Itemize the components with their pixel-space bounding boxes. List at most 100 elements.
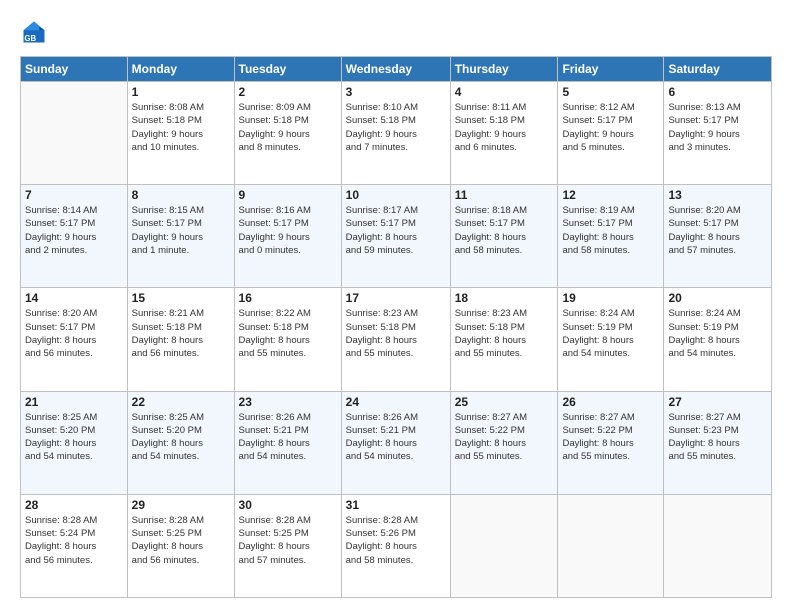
- header-cell-saturday: Saturday: [664, 57, 772, 82]
- day-number: 31: [346, 498, 446, 512]
- header-cell-monday: Monday: [127, 57, 234, 82]
- day-cell: 17 Sunrise: 8:23 AM Sunset: 5:18 PM Dayli…: [341, 288, 450, 391]
- day-cell: [450, 494, 558, 597]
- day-detail: Sunrise: 8:10 AM Sunset: 5:18 PM Dayligh…: [346, 101, 446, 154]
- day-detail: Sunrise: 8:12 AM Sunset: 5:17 PM Dayligh…: [562, 101, 659, 154]
- day-detail: Sunrise: 8:27 AM Sunset: 5:23 PM Dayligh…: [668, 411, 767, 464]
- day-detail: Sunrise: 8:28 AM Sunset: 5:25 PM Dayligh…: [132, 514, 230, 567]
- header-cell-friday: Friday: [558, 57, 664, 82]
- day-number: 6: [668, 85, 767, 99]
- day-detail: Sunrise: 8:20 AM Sunset: 5:17 PM Dayligh…: [25, 307, 123, 360]
- day-cell: 29 Sunrise: 8:28 AM Sunset: 5:25 PM Dayli…: [127, 494, 234, 597]
- day-cell: 10 Sunrise: 8:17 AM Sunset: 5:17 PM Dayli…: [341, 185, 450, 288]
- day-detail: Sunrise: 8:26 AM Sunset: 5:21 PM Dayligh…: [346, 411, 446, 464]
- day-detail: Sunrise: 8:19 AM Sunset: 5:17 PM Dayligh…: [562, 204, 659, 257]
- day-cell: 3 Sunrise: 8:10 AM Sunset: 5:18 PM Daylig…: [341, 82, 450, 185]
- day-detail: Sunrise: 8:08 AM Sunset: 5:18 PM Dayligh…: [132, 101, 230, 154]
- day-number: 19: [562, 291, 659, 305]
- day-cell: 7Sunrise: 8:14 AM Sunset: 5:17 PM Daylig…: [21, 185, 128, 288]
- day-number: 1: [132, 85, 230, 99]
- day-detail: Sunrise: 8:22 AM Sunset: 5:18 PM Dayligh…: [239, 307, 337, 360]
- day-number: 29: [132, 498, 230, 512]
- day-cell: 13 Sunrise: 8:20 AM Sunset: 5:17 PM Dayli…: [664, 185, 772, 288]
- day-number: 24: [346, 395, 446, 409]
- day-cell: 6 Sunrise: 8:13 AM Sunset: 5:17 PM Daylig…: [664, 82, 772, 185]
- day-cell: 2Sunrise: 8:09 AM Sunset: 5:18 PM Daylig…: [234, 82, 341, 185]
- day-number: 11: [455, 188, 554, 202]
- day-cell: [664, 494, 772, 597]
- day-number: 30: [239, 498, 337, 512]
- logo: GB: [20, 18, 52, 46]
- week-row-1: 1 Sunrise: 8:08 AM Sunset: 5:18 PM Daylig…: [21, 82, 772, 185]
- day-cell: 22 Sunrise: 8:25 AM Sunset: 5:20 PM Dayli…: [127, 391, 234, 494]
- svg-text:GB: GB: [24, 34, 36, 43]
- header-cell-tuesday: Tuesday: [234, 57, 341, 82]
- day-number: 21: [25, 395, 123, 409]
- day-detail: Sunrise: 8:21 AM Sunset: 5:18 PM Dayligh…: [132, 307, 230, 360]
- week-row-2: 7Sunrise: 8:14 AM Sunset: 5:17 PM Daylig…: [21, 185, 772, 288]
- day-detail: Sunrise: 8:28 AM Sunset: 5:26 PM Dayligh…: [346, 514, 446, 567]
- day-cell: 21 Sunrise: 8:25 AM Sunset: 5:20 PM Dayli…: [21, 391, 128, 494]
- day-cell: 30 Sunrise: 8:28 AM Sunset: 5:25 PM Dayli…: [234, 494, 341, 597]
- day-number: 10: [346, 188, 446, 202]
- calendar-body: 1 Sunrise: 8:08 AM Sunset: 5:18 PM Daylig…: [21, 82, 772, 598]
- day-number: 2: [239, 85, 337, 99]
- day-number: 8: [132, 188, 230, 202]
- week-row-4: 21 Sunrise: 8:25 AM Sunset: 5:20 PM Dayli…: [21, 391, 772, 494]
- day-number: 3: [346, 85, 446, 99]
- header-cell-thursday: Thursday: [450, 57, 558, 82]
- day-cell: 18 Sunrise: 8:23 AM Sunset: 5:18 PM Dayli…: [450, 288, 558, 391]
- day-number: 5: [562, 85, 659, 99]
- page: GB SundayMondayTuesdayWednesdayThursdayF…: [0, 0, 792, 612]
- day-cell: 20 Sunrise: 8:24 AM Sunset: 5:19 PM Dayli…: [664, 288, 772, 391]
- day-cell: 8Sunrise: 8:15 AM Sunset: 5:17 PM Daylig…: [127, 185, 234, 288]
- day-cell: 28Sunrise: 8:28 AM Sunset: 5:24 PM Dayli…: [21, 494, 128, 597]
- day-detail: Sunrise: 8:16 AM Sunset: 5:17 PM Dayligh…: [239, 204, 337, 257]
- day-detail: Sunrise: 8:24 AM Sunset: 5:19 PM Dayligh…: [668, 307, 767, 360]
- week-row-5: 28Sunrise: 8:28 AM Sunset: 5:24 PM Dayli…: [21, 494, 772, 597]
- day-number: 12: [562, 188, 659, 202]
- day-detail: Sunrise: 8:27 AM Sunset: 5:22 PM Dayligh…: [455, 411, 554, 464]
- day-detail: Sunrise: 8:28 AM Sunset: 5:25 PM Dayligh…: [239, 514, 337, 567]
- day-detail: Sunrise: 8:18 AM Sunset: 5:17 PM Dayligh…: [455, 204, 554, 257]
- day-number: 18: [455, 291, 554, 305]
- header-cell-wednesday: Wednesday: [341, 57, 450, 82]
- day-cell: 31 Sunrise: 8:28 AM Sunset: 5:26 PM Dayli…: [341, 494, 450, 597]
- day-detail: Sunrise: 8:27 AM Sunset: 5:22 PM Dayligh…: [562, 411, 659, 464]
- day-cell: [21, 82, 128, 185]
- header: GB: [20, 18, 772, 46]
- header-cell-sunday: Sunday: [21, 57, 128, 82]
- logo-icon: GB: [20, 18, 48, 46]
- day-number: 13: [668, 188, 767, 202]
- day-cell: 5 Sunrise: 8:12 AM Sunset: 5:17 PM Daylig…: [558, 82, 664, 185]
- day-number: 17: [346, 291, 446, 305]
- day-detail: Sunrise: 8:13 AM Sunset: 5:17 PM Dayligh…: [668, 101, 767, 154]
- day-detail: Sunrise: 8:23 AM Sunset: 5:18 PM Dayligh…: [346, 307, 446, 360]
- day-number: 16: [239, 291, 337, 305]
- day-detail: Sunrise: 8:23 AM Sunset: 5:18 PM Dayligh…: [455, 307, 554, 360]
- week-row-3: 14 Sunrise: 8:20 AM Sunset: 5:17 PM Dayli…: [21, 288, 772, 391]
- day-detail: Sunrise: 8:17 AM Sunset: 5:17 PM Dayligh…: [346, 204, 446, 257]
- day-detail: Sunrise: 8:25 AM Sunset: 5:20 PM Dayligh…: [132, 411, 230, 464]
- day-detail: Sunrise: 8:11 AM Sunset: 5:18 PM Dayligh…: [455, 101, 554, 154]
- day-cell: 23Sunrise: 8:26 AM Sunset: 5:21 PM Dayli…: [234, 391, 341, 494]
- day-cell: 19Sunrise: 8:24 AM Sunset: 5:19 PM Dayli…: [558, 288, 664, 391]
- day-cell: 1 Sunrise: 8:08 AM Sunset: 5:18 PM Daylig…: [127, 82, 234, 185]
- day-detail: Sunrise: 8:25 AM Sunset: 5:20 PM Dayligh…: [25, 411, 123, 464]
- day-detail: Sunrise: 8:20 AM Sunset: 5:17 PM Dayligh…: [668, 204, 767, 257]
- header-row: SundayMondayTuesdayWednesdayThursdayFrid…: [21, 57, 772, 82]
- day-number: 27: [668, 395, 767, 409]
- day-number: 22: [132, 395, 230, 409]
- calendar-header: SundayMondayTuesdayWednesdayThursdayFrid…: [21, 57, 772, 82]
- day-cell: 25Sunrise: 8:27 AM Sunset: 5:22 PM Dayli…: [450, 391, 558, 494]
- day-number: 26: [562, 395, 659, 409]
- day-cell: 27 Sunrise: 8:27 AM Sunset: 5:23 PM Dayli…: [664, 391, 772, 494]
- day-number: 14: [25, 291, 123, 305]
- day-number: 20: [668, 291, 767, 305]
- day-number: 4: [455, 85, 554, 99]
- day-number: 23: [239, 395, 337, 409]
- day-cell: 15Sunrise: 8:21 AM Sunset: 5:18 PM Dayli…: [127, 288, 234, 391]
- calendar: SundayMondayTuesdayWednesdayThursdayFrid…: [20, 56, 772, 598]
- day-cell: 4 Sunrise: 8:11 AM Sunset: 5:18 PM Daylig…: [450, 82, 558, 185]
- day-cell: 12 Sunrise: 8:19 AM Sunset: 5:17 PM Dayli…: [558, 185, 664, 288]
